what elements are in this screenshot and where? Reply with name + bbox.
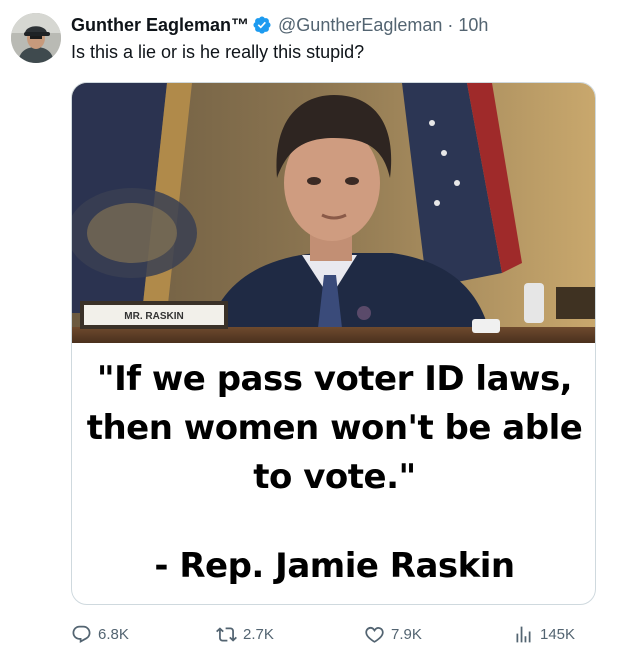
separator-dot: · [447,14,454,35]
tweet-media[interactable]: MR. RASKIN "If we pass voter ID laws, th… [71,82,596,605]
author-handle[interactable]: @GuntherEagleman [278,15,442,36]
reply-count: 6.8K [98,625,129,643]
like-icon [365,626,384,643]
verified-badge-icon [252,15,272,35]
reply-icon [72,625,91,643]
tweet-actions: 6.8K 2.7K 7.9K 145K [71,620,596,648]
views-count: 145K [540,625,576,643]
quote-text: "If we pass voter ID laws, then women wo… [72,355,595,502]
like-count: 7.9K [391,625,422,643]
quote-attribution: - Rep. Jamie Raskin [154,546,515,586]
timestamp[interactable]: 10h [458,15,488,36]
author-name[interactable]: Gunther Eagleman™ [71,15,249,36]
avatar-image [11,13,61,63]
tweet-header: Gunther Eagleman™ @GuntherEagleman · 10h [71,13,488,37]
tweet-text: Is this a lie or is he really this stupi… [71,42,365,62]
nameplate-text: MR. RASKIN [124,311,183,322]
media-photo: MR. RASKIN [72,83,595,343]
views-icon [516,626,531,642]
quote-line: "If we pass voter ID laws, [96,359,573,399]
retweet-count: 2.7K [243,625,274,643]
retweet-button[interactable]: 2.7K [216,620,274,648]
reply-button[interactable]: 6.8K [71,620,129,648]
retweet-icon [216,626,237,642]
avatar[interactable] [11,13,61,63]
quote-line: then women won't be able [86,408,583,448]
views-button[interactable]: 145K [513,620,575,648]
like-button[interactable]: 7.9K [364,620,422,648]
quote-line: to vote." [253,457,416,497]
tweet: Gunther Eagleman™ @GuntherEagleman · 10h… [0,0,636,655]
